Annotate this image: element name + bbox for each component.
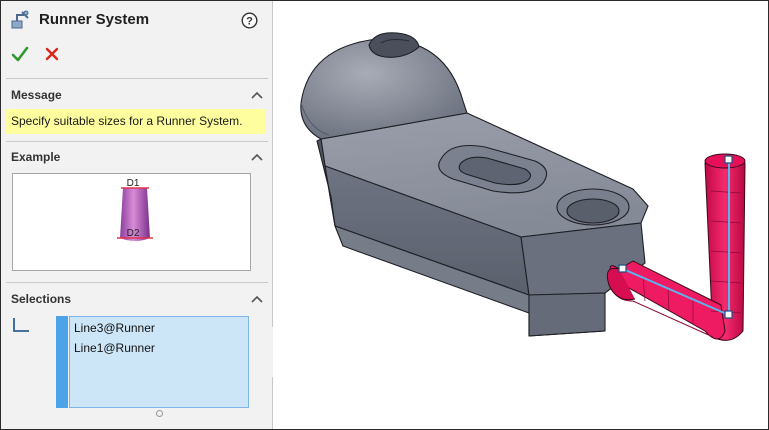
help-icon[interactable]: ? <box>241 12 258 29</box>
section-divider <box>6 282 268 283</box>
chevron-up-icon[interactable] <box>251 91 263 99</box>
ok-button[interactable] <box>11 45 29 63</box>
window: Runner System ? Message Specify suitable… <box>0 0 769 430</box>
panel-title: Runner System <box>39 11 150 28</box>
svg-text:?: ? <box>246 16 253 28</box>
selections-section-title[interactable]: Selections <box>11 292 71 306</box>
list-item[interactable]: Line1@Runner <box>74 341 155 355</box>
model-view[interactable] <box>273 1 768 429</box>
d2-label: D2 <box>127 228 140 239</box>
selection-list[interactable]: Line3@Runner Line1@Runner <box>69 316 249 408</box>
example-section-title[interactable]: Example <box>11 150 60 164</box>
list-item[interactable]: Line3@Runner <box>74 321 155 335</box>
section-divider <box>6 141 268 142</box>
runner-system-icon <box>11 10 29 29</box>
property-manager-panel: Runner System ? Message Specify suitable… <box>1 1 273 429</box>
line-selection-icon <box>13 318 29 332</box>
message-text: Specify suitable sizes for a Runner Syst… <box>6 109 265 134</box>
mold-part[interactable] <box>300 32 649 337</box>
chevron-up-icon[interactable] <box>251 295 263 303</box>
d1-label: D1 <box>127 178 140 189</box>
graphics-area[interactable] <box>273 1 768 429</box>
resize-handle[interactable] <box>156 410 163 417</box>
chevron-up-icon[interactable] <box>251 153 263 161</box>
selection-active-bar <box>56 316 68 408</box>
cancel-button[interactable] <box>44 46 60 62</box>
example-image: D1 D2 <box>12 173 251 271</box>
section-divider <box>6 78 268 79</box>
message-section-title[interactable]: Message <box>11 88 62 102</box>
